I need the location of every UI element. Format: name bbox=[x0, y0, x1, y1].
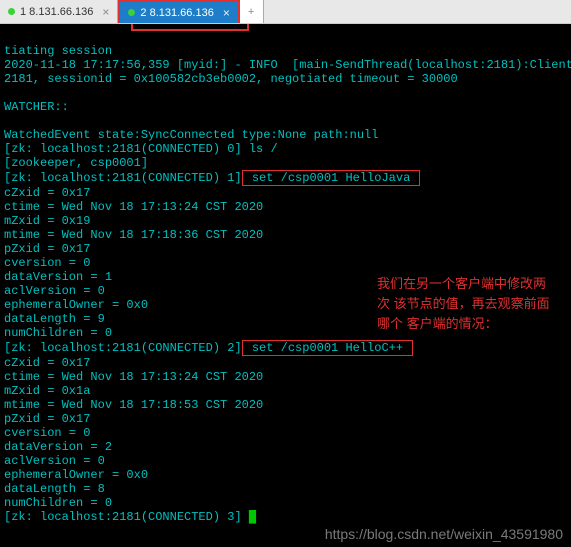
terminal-prompt: [zk: localhost:2181(CONNECTED) 3] bbox=[4, 510, 249, 524]
terminal-line: numChildren = 0 bbox=[4, 326, 112, 340]
terminal-line: cZxid = 0x17 bbox=[4, 186, 90, 200]
terminal-line: pZxid = 0x17 bbox=[4, 412, 90, 426]
terminal-line: ctime = Wed Nov 18 17:13:24 CST 2020 bbox=[4, 370, 263, 384]
terminal-line: ephemeralOwner = 0x0 bbox=[4, 468, 148, 482]
tab-1[interactable]: 1 8.131.66.136 × bbox=[0, 0, 118, 23]
terminal-line: WatchedEvent state:SyncConnected type:No… bbox=[4, 128, 378, 142]
highlighted-command: set /csp0001 HelloJava bbox=[242, 170, 421, 186]
annotation-line: 客户端的情况： bbox=[407, 316, 498, 331]
terminal-line: dataLength = 8 bbox=[4, 482, 105, 496]
tab-bar: 1 8.131.66.136 × 2 8.131.66.136 × + bbox=[0, 0, 571, 24]
tab-label: 2 8.131.66.136 bbox=[140, 7, 213, 19]
terminal-line: dataVersion = 1 bbox=[4, 270, 112, 284]
tab-2[interactable]: 2 8.131.66.136 × bbox=[118, 0, 239, 23]
terminal-line: cversion = 0 bbox=[4, 256, 90, 270]
terminal-line: ephemeralOwner = 0x0 bbox=[4, 298, 148, 312]
terminal-line: cversion = 0 bbox=[4, 426, 90, 440]
terminal-prompt: [zk: localhost:2181(CONNECTED) 2] bbox=[4, 341, 242, 355]
terminal[interactable]: tiating session 2020-11-18 17:17:56,359 … bbox=[0, 24, 571, 547]
terminal-prompt: [zk: localhost:2181(CONNECTED) 1] bbox=[4, 171, 242, 185]
status-dot-icon bbox=[128, 9, 135, 16]
highlight-box bbox=[131, 24, 249, 31]
terminal-line: mtime = Wed Nov 18 17:18:53 CST 2020 bbox=[4, 398, 263, 412]
annotation-text: 我们在另一个客户端中修改两次 该节点的值，再去观察前面哪个 客户端的情况： bbox=[377, 274, 557, 334]
terminal-line: mtime = Wed Nov 18 17:18:36 CST 2020 bbox=[4, 228, 263, 242]
terminal-line: dataVersion = 2 bbox=[4, 440, 112, 454]
close-icon[interactable]: × bbox=[223, 6, 230, 20]
terminal-line: cZxid = 0x17 bbox=[4, 356, 90, 370]
new-tab-button[interactable]: + bbox=[240, 0, 264, 23]
terminal-line: [zk: localhost:2181(CONNECTED) 0] ls / bbox=[4, 142, 278, 156]
close-icon[interactable]: × bbox=[102, 5, 109, 19]
terminal-line: aclVersion = 0 bbox=[4, 284, 105, 298]
terminal-line: 2020-11-18 17:17:56,359 [myid:] - INFO [… bbox=[4, 58, 571, 72]
plus-icon: + bbox=[248, 6, 254, 18]
cursor-icon: █ bbox=[249, 510, 256, 524]
terminal-line: ctime = Wed Nov 18 17:13:24 CST 2020 bbox=[4, 200, 263, 214]
terminal-line: aclVersion = 0 bbox=[4, 454, 105, 468]
tab-label: 1 8.131.66.136 bbox=[20, 6, 93, 18]
terminal-line: mZxid = 0x19 bbox=[4, 214, 90, 228]
highlighted-command: set /csp0001 HelloC++ bbox=[242, 340, 414, 356]
terminal-line: mZxid = 0x1a bbox=[4, 384, 90, 398]
terminal-line: [zookeeper, csp0001] bbox=[4, 156, 148, 170]
watermark: https://blog.csdn.net/weixin_43591980 bbox=[325, 527, 563, 541]
terminal-line: tiating session bbox=[4, 44, 112, 58]
terminal-line: pZxid = 0x17 bbox=[4, 242, 90, 256]
terminal-line: 2181, sessionid = 0x100582cb3eb0002, neg… bbox=[4, 72, 458, 86]
terminal-line: WATCHER:: bbox=[4, 100, 69, 114]
terminal-line: dataLength = 9 bbox=[4, 312, 105, 326]
status-dot-icon bbox=[8, 8, 15, 15]
terminal-line: numChildren = 0 bbox=[4, 496, 112, 510]
